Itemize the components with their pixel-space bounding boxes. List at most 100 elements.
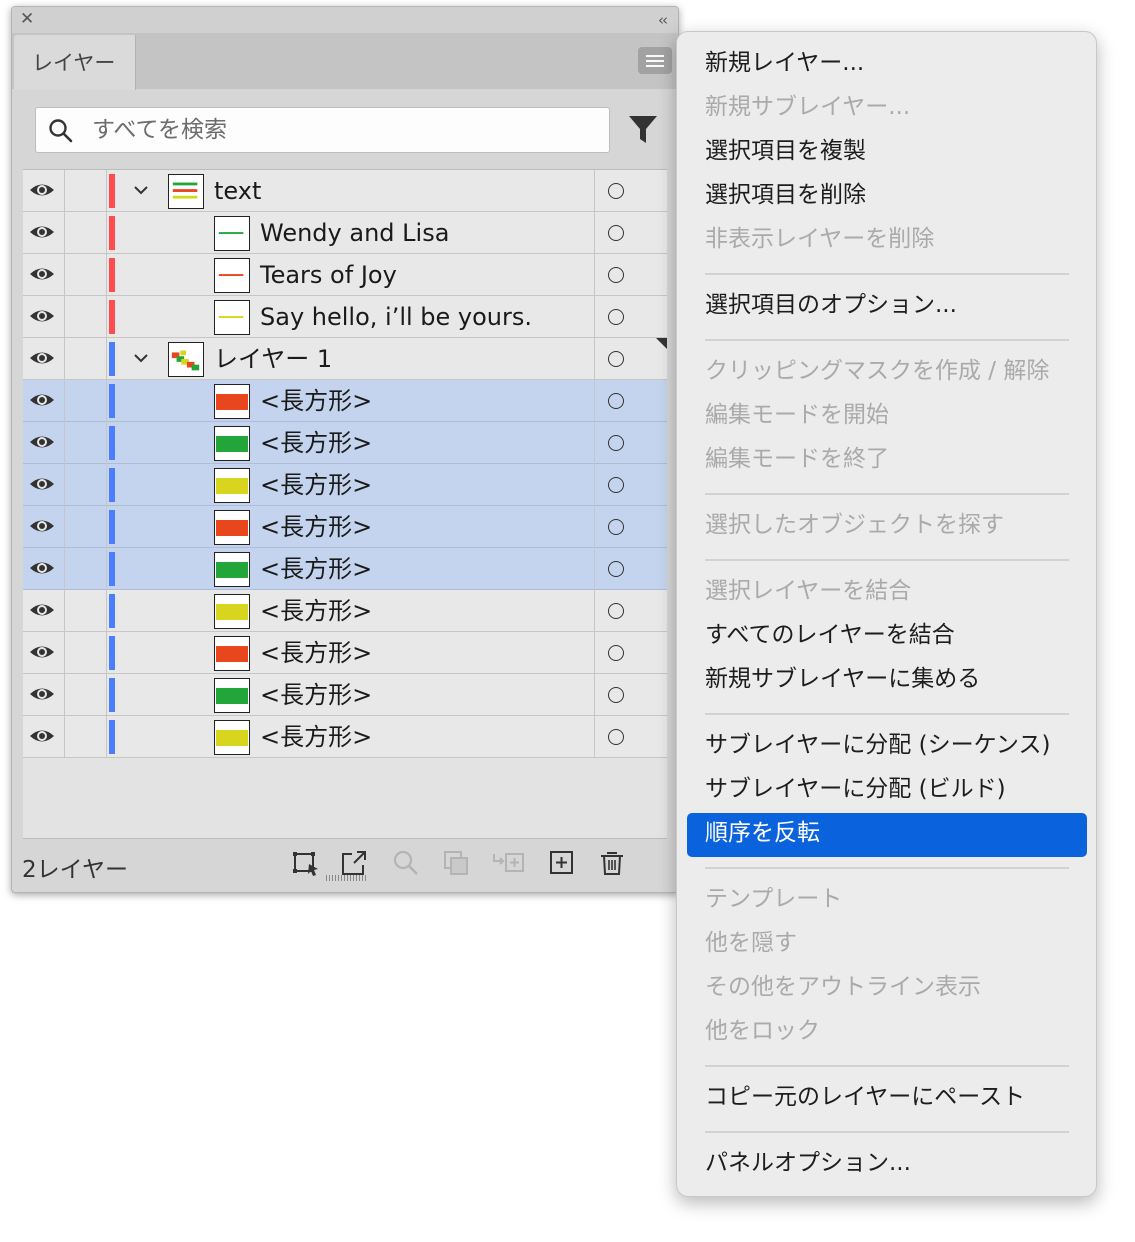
- layer-name[interactable]: Tears of Joy: [260, 260, 397, 290]
- sublayer-row[interactable]: Wendy and Lisa: [23, 212, 667, 254]
- layer-name[interactable]: <長方形>: [260, 554, 372, 584]
- lock-toggle[interactable]: [65, 464, 106, 506]
- lock-toggle[interactable]: [65, 296, 106, 338]
- eye-icon[interactable]: [29, 264, 55, 284]
- make-clipping-mask-icon[interactable]: [442, 849, 470, 877]
- lock-toggle[interactable]: [65, 590, 106, 632]
- sublayer-row[interactable]: <長方形>: [23, 422, 667, 464]
- close-icon[interactable]: ✕: [20, 11, 34, 28]
- eye-icon[interactable]: [29, 726, 55, 746]
- target-circle-icon[interactable]: [608, 435, 624, 451]
- lock-toggle[interactable]: [65, 632, 106, 674]
- layer-name[interactable]: <長方形>: [260, 596, 372, 626]
- target-circle-icon[interactable]: [608, 183, 624, 199]
- eye-icon[interactable]: [29, 180, 55, 200]
- chevron-down-icon[interactable]: [133, 184, 149, 196]
- menu-item[interactable]: すべてのレイヤーを結合: [687, 615, 1087, 659]
- eye-icon[interactable]: [29, 516, 55, 536]
- create-sublayer-icon[interactable]: [492, 849, 526, 877]
- sublayer-row[interactable]: <長方形>: [23, 674, 667, 716]
- locate-object-icon[interactable]: [392, 849, 420, 877]
- menu-item[interactable]: 選択項目を複製: [687, 131, 1087, 175]
- target-circle-icon[interactable]: [608, 687, 624, 703]
- lock-toggle[interactable]: [65, 380, 106, 422]
- target-circle-icon[interactable]: [608, 351, 624, 367]
- filter-icon[interactable]: [628, 114, 658, 146]
- layer-name[interactable]: レイヤー 1: [214, 344, 332, 374]
- sublayer-row[interactable]: Tears of Joy: [23, 254, 667, 296]
- sublayer-row[interactable]: <長方形>: [23, 506, 667, 548]
- layer-name[interactable]: Wendy and Lisa: [260, 218, 449, 248]
- layer-name[interactable]: <長方形>: [260, 680, 372, 710]
- menu-item[interactable]: コピー元のレイヤーにペースト: [687, 1077, 1087, 1121]
- target-circle-icon[interactable]: [608, 729, 624, 745]
- tab-layers[interactable]: レイヤー: [14, 35, 136, 90]
- menu-item[interactable]: 新規レイヤー...: [687, 43, 1087, 87]
- eye-icon[interactable]: [29, 684, 55, 704]
- eye-icon[interactable]: [29, 474, 55, 494]
- collect-for-export-icon[interactable]: [292, 849, 320, 877]
- eye-icon[interactable]: [29, 348, 55, 368]
- eye-icon[interactable]: [29, 390, 55, 410]
- sublayer-row[interactable]: <長方形>: [23, 464, 667, 506]
- target-circle-icon[interactable]: [608, 477, 624, 493]
- layer-name[interactable]: <長方形>: [260, 512, 372, 542]
- lock-toggle[interactable]: [65, 506, 106, 548]
- lock-toggle[interactable]: [65, 212, 106, 254]
- export-icon[interactable]: [340, 849, 368, 877]
- layer-row[interactable]: text: [23, 170, 667, 212]
- lock-toggle[interactable]: [65, 170, 106, 212]
- lock-toggle[interactable]: [65, 338, 106, 380]
- target-circle-icon[interactable]: [608, 309, 624, 325]
- menu-item[interactable]: 新規サブレイヤーに集める: [687, 659, 1087, 703]
- menu-item[interactable]: 選択項目を削除: [687, 175, 1087, 219]
- panel-menu-button[interactable]: [638, 47, 672, 74]
- resize-grip[interactable]: [326, 875, 366, 881]
- sublayer-row[interactable]: <長方形>: [23, 590, 667, 632]
- target-circle-icon[interactable]: [608, 561, 624, 577]
- search-box[interactable]: [35, 107, 610, 153]
- eye-icon[interactable]: [29, 306, 55, 326]
- layer-row[interactable]: レイヤー 1: [23, 338, 667, 380]
- menu-item[interactable]: サブレイヤーに分配 (ビルド): [687, 769, 1087, 813]
- menu-item[interactable]: 順序を反転: [687, 813, 1087, 857]
- target-circle-icon[interactable]: [608, 225, 624, 241]
- sublayer-row[interactable]: Say hello, i’ll be yours.: [23, 296, 667, 338]
- layer-name[interactable]: <長方形>: [260, 470, 372, 500]
- lock-toggle[interactable]: [65, 254, 106, 296]
- lock-toggle[interactable]: [65, 674, 106, 716]
- target-circle-icon[interactable]: [608, 603, 624, 619]
- eye-icon[interactable]: [29, 600, 55, 620]
- sublayer-row[interactable]: <長方形>: [23, 716, 667, 758]
- lock-toggle[interactable]: [65, 548, 106, 590]
- lock-toggle[interactable]: [65, 422, 106, 464]
- layer-name[interactable]: <長方形>: [260, 722, 372, 752]
- panel-titlebar[interactable]: ✕ ‹‹: [12, 7, 678, 33]
- target-circle-icon[interactable]: [608, 393, 624, 409]
- eye-icon[interactable]: [29, 222, 55, 242]
- target-circle-icon[interactable]: [608, 267, 624, 283]
- layer-name[interactable]: text: [214, 176, 261, 206]
- chevron-down-icon[interactable]: [133, 352, 149, 364]
- sublayer-row[interactable]: <長方形>: [23, 548, 667, 590]
- menu-item[interactable]: サブレイヤーに分配 (シーケンス): [687, 725, 1087, 769]
- sublayer-row[interactable]: <長方形>: [23, 380, 667, 422]
- sublayer-row[interactable]: <長方形>: [23, 632, 667, 674]
- eye-icon[interactable]: [29, 642, 55, 662]
- menu-item[interactable]: パネルオプション...: [687, 1143, 1087, 1187]
- new-layer-icon[interactable]: [548, 849, 576, 877]
- eye-icon[interactable]: [29, 558, 55, 578]
- layer-name[interactable]: Say hello, i’ll be yours.: [260, 302, 532, 332]
- lock-toggle[interactable]: [65, 716, 106, 758]
- layer-name[interactable]: <長方形>: [260, 428, 372, 458]
- target-circle-icon[interactable]: [608, 519, 624, 535]
- menu-item[interactable]: 選択項目のオプション...: [687, 285, 1087, 329]
- target-circle-icon[interactable]: [608, 645, 624, 661]
- trash-icon[interactable]: [598, 849, 626, 877]
- collapse-icon[interactable]: ‹‹: [658, 11, 668, 29]
- layer-name[interactable]: <長方形>: [260, 386, 372, 416]
- layer-name[interactable]: <長方形>: [260, 638, 372, 668]
- search-input[interactable]: [92, 113, 592, 147]
- eye-icon[interactable]: [29, 432, 55, 452]
- column-separator: [594, 296, 595, 338]
